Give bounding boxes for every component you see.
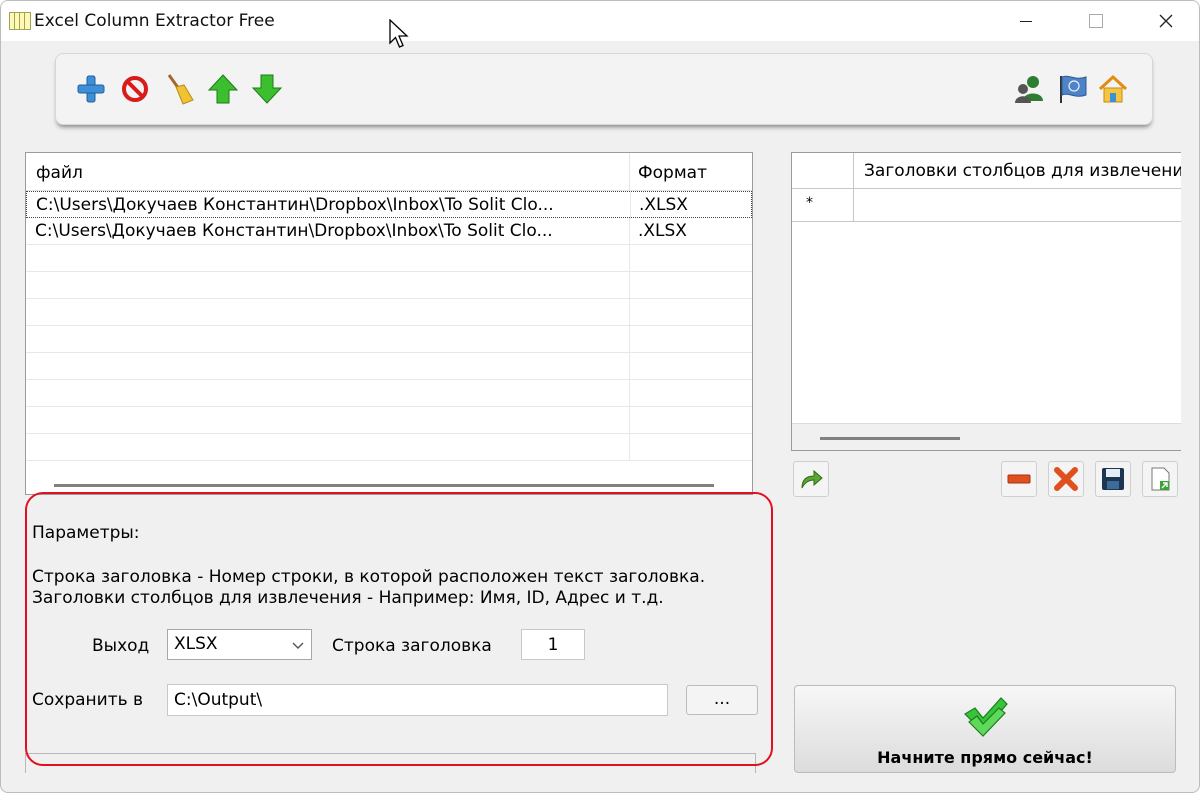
delete-icon bbox=[1054, 467, 1078, 491]
browse-button[interactable]: ... bbox=[686, 685, 758, 715]
column-header-format[interactable]: Формат bbox=[638, 163, 707, 183]
params-description-line1: Строка заголовка - Номер строки, в котор… bbox=[32, 567, 706, 587]
save-icon bbox=[1102, 468, 1124, 490]
output-label: Выход bbox=[92, 636, 150, 656]
format-cell: .XLSX bbox=[638, 221, 687, 241]
remove-file-button[interactable] bbox=[118, 72, 152, 106]
file-path-cell: C:\Users\Докучаев Константин\Dropbox\Inb… bbox=[36, 195, 554, 215]
up-arrow-icon bbox=[207, 74, 239, 104]
grid-new-row[interactable]: * bbox=[792, 189, 1181, 222]
toolbar bbox=[55, 53, 1153, 125]
file-list[interactable]: файл Формат C:\Users\Докучаев Константин… bbox=[25, 152, 753, 495]
broom-icon bbox=[167, 74, 194, 105]
load-icon bbox=[1151, 467, 1170, 491]
grid-column-header[interactable]: Заголовки столбцов для извлечения bbox=[864, 161, 1181, 181]
users-icon bbox=[1015, 76, 1043, 103]
empty-row bbox=[26, 353, 752, 380]
app-icon bbox=[9, 12, 31, 30]
app-window: Excel Column Extractor Free файл Формат … bbox=[0, 0, 1200, 793]
minimize-icon bbox=[1020, 20, 1032, 22]
horizontal-scrollbar[interactable] bbox=[820, 437, 960, 440]
table-row[interactable]: C:\Users\Докучаев Константин\Dropbox\Inb… bbox=[26, 191, 752, 219]
close-button[interactable] bbox=[1131, 1, 1199, 41]
empty-row bbox=[26, 380, 752, 407]
save-headers-button[interactable] bbox=[1095, 461, 1131, 497]
users-button[interactable] bbox=[1012, 72, 1046, 106]
window-title: Excel Column Extractor Free bbox=[34, 11, 275, 31]
mouse-cursor-icon bbox=[389, 19, 409, 48]
table-row[interactable]: C:\Users\Докучаев Константин\Dropbox\Inb… bbox=[26, 218, 752, 245]
column-headers-grid[interactable]: Заголовки столбцов для извлечения * bbox=[791, 152, 1181, 451]
row-header[interactable]: * bbox=[792, 189, 854, 222]
grid-scroll-area bbox=[792, 423, 1181, 450]
double-checkmark-icon bbox=[964, 697, 1008, 737]
grid-header: Заголовки столбцов для извлечения bbox=[792, 153, 1181, 189]
add-file-button[interactable] bbox=[74, 72, 108, 106]
home-button[interactable] bbox=[1096, 72, 1130, 106]
file-list-header: файл Формат bbox=[26, 153, 752, 191]
load-headers-button[interactable] bbox=[1142, 461, 1178, 497]
maximize-icon bbox=[1089, 14, 1103, 28]
params-description-line2: Заголовки столбцов для извлечения - Напр… bbox=[32, 588, 664, 608]
empty-row bbox=[26, 407, 752, 434]
params-title: Параметры: bbox=[32, 523, 140, 543]
grid-corner-cell[interactable] bbox=[792, 153, 854, 189]
clear-list-button[interactable] bbox=[162, 72, 196, 106]
empty-row bbox=[26, 272, 752, 299]
plus-icon bbox=[77, 75, 105, 103]
move-down-button[interactable] bbox=[250, 72, 284, 106]
empty-row bbox=[26, 434, 752, 461]
empty-row bbox=[26, 299, 752, 326]
output-format-select[interactable]: XLSX bbox=[167, 629, 312, 660]
title-bar[interactable]: Excel Column Extractor Free bbox=[1, 1, 1199, 48]
save-to-label: Сохранить в bbox=[32, 690, 144, 710]
export-headers-button[interactable] bbox=[793, 461, 829, 497]
output-path-value: C:\Output\ bbox=[174, 690, 263, 710]
column-header-file[interactable]: файл bbox=[36, 163, 83, 183]
move-up-button[interactable] bbox=[206, 72, 240, 106]
language-button[interactable] bbox=[1056, 72, 1090, 106]
start-button[interactable]: Начните прямо сейчас! bbox=[794, 685, 1176, 773]
start-button-label: Начните прямо сейчас! bbox=[877, 748, 1093, 767]
close-icon bbox=[1159, 14, 1173, 28]
down-arrow-icon bbox=[251, 74, 283, 104]
remove-icon bbox=[1007, 474, 1031, 484]
remove-row-button[interactable] bbox=[1001, 461, 1037, 497]
output-path-input[interactable]: C:\Output\ bbox=[167, 684, 668, 716]
output-format-value: XLSX bbox=[174, 634, 218, 654]
delete-all-button[interactable] bbox=[1048, 461, 1084, 497]
format-cell: .XLSX bbox=[639, 195, 688, 215]
flag-icon bbox=[1060, 75, 1087, 103]
maximize-button[interactable] bbox=[1061, 1, 1131, 41]
header-row-input[interactable]: 1 bbox=[521, 629, 585, 660]
new-row-marker: * bbox=[806, 195, 813, 211]
empty-row bbox=[26, 245, 752, 272]
minimize-button[interactable] bbox=[991, 1, 1061, 41]
chevron-down-icon bbox=[292, 642, 304, 649]
empty-row bbox=[26, 326, 752, 353]
params-divider bbox=[25, 753, 756, 773]
stop-icon bbox=[122, 76, 148, 102]
export-arrow-icon bbox=[801, 469, 823, 489]
home-icon bbox=[1098, 74, 1128, 103]
horizontal-scrollbar[interactable] bbox=[54, 484, 714, 487]
file-path-cell: C:\Users\Докучаев Константин\Dropbox\Inb… bbox=[35, 221, 553, 241]
header-row-label: Строка заголовка bbox=[332, 636, 492, 656]
